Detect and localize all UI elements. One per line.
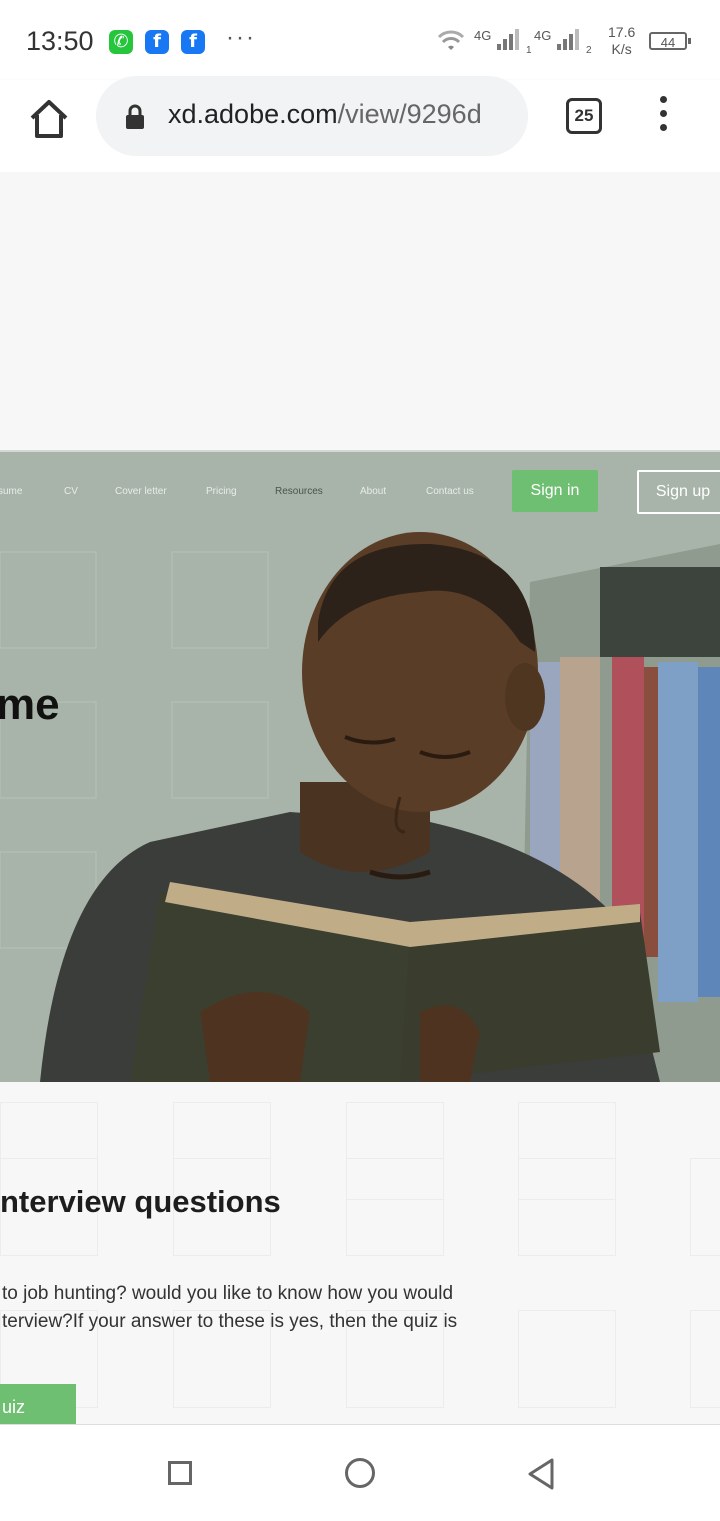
overflow-menu-icon[interactable] bbox=[654, 96, 672, 136]
url-path: /view/9296d bbox=[337, 99, 482, 129]
sim-2-label: 2 bbox=[586, 45, 592, 56]
network-type-2: 4G bbox=[534, 28, 552, 43]
browser-toolbar: xd.adobe.com/view/9296d 25 bbox=[0, 76, 720, 172]
network-speed: 17.6 K/s bbox=[608, 24, 635, 58]
hero-section: sume CV Cover letter Pricing Resources A… bbox=[0, 450, 720, 1082]
nav-link-cover-letter[interactable]: Cover letter bbox=[115, 486, 167, 497]
status-bar: 13:50 ✆ f f ··· 4G 1 4G 2 17.6 K/s 44 bbox=[0, 0, 720, 80]
address-bar[interactable]: xd.adobe.com/view/9296d bbox=[96, 76, 528, 156]
whatsapp-icon: ✆ bbox=[109, 30, 133, 54]
url-host: xd.adobe.com bbox=[168, 99, 338, 129]
section-title: nterview questions bbox=[0, 1184, 281, 1219]
decorative-square bbox=[346, 1158, 444, 1256]
decorative-square bbox=[518, 1158, 616, 1256]
signal-icon bbox=[497, 29, 519, 50]
signal-icon bbox=[557, 29, 579, 50]
battery-icon: 44 bbox=[649, 32, 691, 50]
nav-link-contact[interactable]: Contact us bbox=[426, 486, 474, 497]
sim-1-label: 1 bbox=[526, 45, 532, 56]
back-icon[interactable] bbox=[526, 1457, 556, 1491]
nav-link-resources[interactable]: Resources bbox=[275, 486, 323, 497]
speed-value: 17.6 bbox=[608, 24, 636, 40]
nav-link-cv[interactable]: CV bbox=[64, 486, 78, 497]
facebook-icon: f bbox=[145, 30, 169, 54]
section-paragraph: to job hunting? would you like to know h… bbox=[2, 1283, 458, 1332]
web-page: sume CV Cover letter Pricing Resources A… bbox=[0, 172, 720, 1424]
system-navigation-bar bbox=[0, 1424, 720, 1521]
hero-photo bbox=[0, 532, 720, 1082]
more-notifications-icon: ··· bbox=[226, 24, 256, 51]
speed-unit: K/s bbox=[611, 41, 632, 57]
lock-icon bbox=[126, 104, 144, 129]
wifi-icon bbox=[437, 30, 465, 50]
home-circle-icon[interactable] bbox=[345, 1458, 375, 1488]
hero-heading: me bbox=[0, 680, 60, 729]
tab-switcher-button[interactable]: 25 bbox=[566, 98, 602, 134]
home-icon[interactable] bbox=[26, 96, 72, 142]
decorative-square bbox=[518, 1310, 616, 1408]
quiz-button[interactable]: uiz bbox=[0, 1384, 76, 1424]
network-type-1: 4G bbox=[474, 28, 492, 43]
nav-link-pricing[interactable]: Pricing bbox=[206, 486, 237, 497]
sign-in-button[interactable]: Sign in bbox=[512, 470, 598, 512]
sign-up-button[interactable]: Sign up bbox=[637, 470, 720, 514]
facebook-icon: f bbox=[181, 30, 205, 54]
nav-link-about[interactable]: About bbox=[360, 486, 386, 497]
url-text[interactable]: xd.adobe.com/view/9296d bbox=[168, 99, 482, 130]
decorative-square bbox=[690, 1310, 720, 1408]
decorative-square bbox=[690, 1158, 720, 1256]
recent-apps-icon[interactable] bbox=[168, 1461, 192, 1485]
status-time: 13:50 bbox=[26, 26, 94, 56]
nav-link-resume[interactable]: sume bbox=[0, 486, 22, 497]
